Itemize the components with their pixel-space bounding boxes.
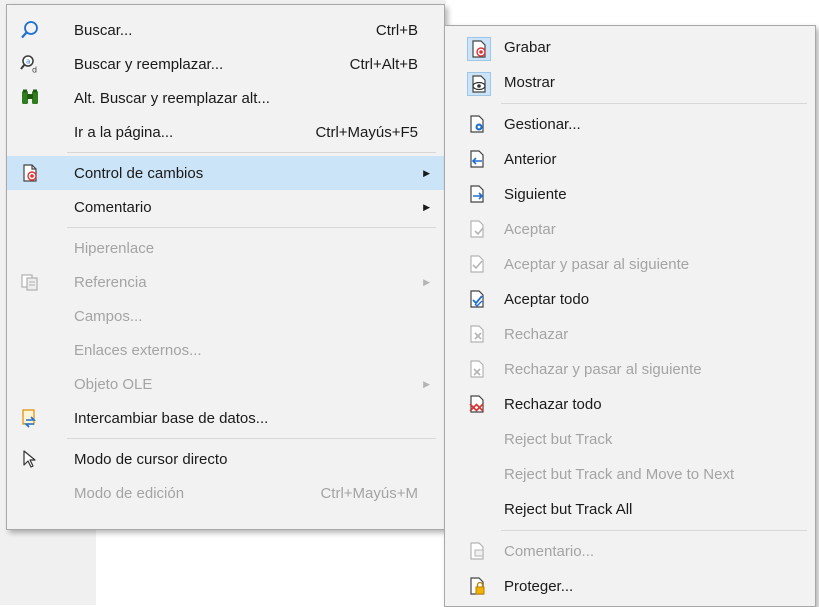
- menu-item-comentario[interactable]: Comentario ▶: [7, 190, 444, 224]
- menu-item-label: Buscar y reemplazar...: [74, 55, 224, 73]
- svg-text:d: d: [32, 66, 37, 75]
- shortcut-label: Ctrl+B: [375, 21, 418, 39]
- menu-item-referencia[interactable]: Referencia ▶: [7, 265, 444, 299]
- menu-item-campos[interactable]: Campos...: [7, 299, 444, 333]
- menu-item-label: Enlaces externos...: [74, 341, 202, 359]
- menu-item-label: Anterior: [504, 151, 557, 168]
- menu-item-label: Ir a la página...: [74, 123, 174, 141]
- lock-icon: [467, 576, 487, 596]
- menu-item-label: Grabar: [504, 39, 551, 56]
- submenu-item-comentario[interactable]: Comentario...: [445, 534, 815, 569]
- reject-and-next-icon: [467, 359, 487, 379]
- cursor-arrow-icon: [20, 449, 40, 469]
- shortcut-label: Ctrl+Mayús+F5: [315, 123, 418, 141]
- menu-item-label: Modo de edición: [74, 484, 185, 502]
- menu-item-label: Aceptar y pasar al siguiente: [504, 256, 690, 273]
- submenu-item-mostrar[interactable]: Mostrar: [445, 65, 815, 100]
- submenu-arrow-icon: ▶: [423, 276, 430, 287]
- menu-item-label: Buscar...: [74, 21, 133, 39]
- submenu-item-rechazar[interactable]: Rechazar: [445, 317, 815, 352]
- accept-and-next-icon: [467, 254, 487, 274]
- menu-item-label: Control de cambios: [74, 164, 204, 182]
- reject-change-icon: [467, 324, 487, 344]
- menu-separator: [67, 152, 436, 153]
- submenu-item-proteger[interactable]: Proteger...: [445, 569, 815, 604]
- edit-menu: Buscar... Ctrl+B ad Buscar y reemplazar.…: [6, 4, 445, 530]
- menu-item-label: Modo de cursor directo: [74, 450, 228, 468]
- menu-separator: [67, 227, 436, 228]
- accept-change-icon: [467, 219, 487, 239]
- menu-item-alt-buscar[interactable]: Alt. Buscar y reemplazar alt...: [7, 81, 444, 115]
- submenu-arrow-icon: ▶: [423, 378, 430, 389]
- submenu-item-siguiente[interactable]: Siguiente: [445, 177, 815, 212]
- menu-separator: [501, 530, 807, 531]
- manage-changes-icon: [467, 114, 487, 134]
- menu-item-label: Siguiente: [504, 186, 567, 203]
- menu-item-label: Intercambiar base de datos...: [74, 409, 269, 427]
- menu-item-enlaces-externos[interactable]: Enlaces externos...: [7, 333, 444, 367]
- comment-icon: [467, 541, 487, 561]
- previous-change-icon: [467, 149, 487, 169]
- menu-item-control-cambios[interactable]: Control de cambios ▶: [7, 156, 444, 190]
- menu-item-label: Reject but Track: [504, 431, 613, 448]
- submenu-item-reject-track[interactable]: Reject but Track: [445, 422, 815, 457]
- menu-item-label: Aceptar: [504, 221, 556, 238]
- shortcut-label: Ctrl+Mayús+M: [320, 484, 418, 502]
- menu-item-label: Gestionar...: [504, 116, 581, 133]
- menu-item-label: Objeto OLE: [74, 375, 153, 393]
- submenu-item-rechazar-pasar[interactable]: Rechazar y pasar al siguiente: [445, 352, 815, 387]
- menu-item-label: Hiperenlace: [74, 239, 155, 257]
- binoculars-icon: [20, 88, 40, 108]
- menu-separator: [67, 438, 436, 439]
- submenu-item-gestionar[interactable]: Gestionar...: [445, 107, 815, 142]
- menu-item-ir-pagina[interactable]: Ir a la página... Ctrl+Mayús+F5: [7, 115, 444, 149]
- submenu-item-aceptar-pasar[interactable]: Aceptar y pasar al siguiente: [445, 247, 815, 282]
- submenu-arrow-icon: ▶: [423, 201, 430, 212]
- menu-item-label: Rechazar y pasar al siguiente: [504, 361, 702, 378]
- menu-item-buscar-reemplazar[interactable]: ad Buscar y reemplazar... Ctrl+Alt+B: [7, 47, 444, 81]
- menu-item-label: Campos...: [74, 307, 143, 325]
- menu-item-objeto-ole[interactable]: Objeto OLE ▶: [7, 367, 444, 401]
- submenu-item-grabar[interactable]: Grabar: [445, 30, 815, 65]
- magnifier-icon: [20, 20, 40, 40]
- menu-item-intercambiar-bd[interactable]: Intercambiar base de datos...: [7, 401, 444, 435]
- menu-item-buscar[interactable]: Buscar... Ctrl+B: [7, 13, 444, 47]
- menu-item-label: Proteger...: [504, 578, 574, 595]
- submenu-item-anterior[interactable]: Anterior: [445, 142, 815, 177]
- track-changes-icon: [20, 163, 40, 183]
- menu-item-label: Referencia: [74, 273, 147, 291]
- exchange-database-icon: [20, 408, 40, 428]
- menu-separator: [501, 103, 807, 104]
- accept-all-icon: [467, 289, 487, 309]
- find-replace-icon: ad: [20, 54, 40, 75]
- menu-item-label: Comentario...: [504, 543, 595, 560]
- menu-item-modo-edicion[interactable]: Modo de edición Ctrl+Mayús+M: [7, 476, 444, 510]
- submenu-item-rechazar-todo[interactable]: Rechazar todo: [445, 387, 815, 422]
- submenu-item-reject-track-all[interactable]: Reject but Track All: [445, 492, 815, 527]
- menu-item-hiperenlace[interactable]: Hiperenlace: [7, 231, 444, 265]
- menu-item-modo-cursor[interactable]: Modo de cursor directo: [7, 442, 444, 476]
- menu-item-label: Rechazar todo: [504, 396, 602, 413]
- reject-all-icon: [467, 394, 487, 414]
- submenu-arrow-icon: ▶: [423, 167, 430, 178]
- track-changes-submenu: Grabar Mostrar Gestionar... Anterior Sig…: [444, 25, 816, 607]
- menu-item-label: Reject but Track and Move to Next: [504, 466, 735, 483]
- next-change-icon: [467, 184, 487, 204]
- menu-item-label: Reject but Track All: [504, 501, 633, 518]
- shortcut-label: Ctrl+Alt+B: [349, 55, 418, 73]
- submenu-item-aceptar-todo[interactable]: Aceptar todo: [445, 282, 815, 317]
- record-changes-icon: [467, 37, 491, 61]
- menu-item-label: Comentario: [74, 198, 152, 216]
- menu-item-label: Mostrar: [504, 74, 555, 91]
- menu-item-label: Rechazar: [504, 326, 569, 343]
- svg-text:a: a: [26, 58, 30, 66]
- reference-icon: [20, 272, 40, 292]
- show-changes-icon: [467, 72, 491, 96]
- menu-item-label: Alt. Buscar y reemplazar alt...: [74, 89, 270, 107]
- submenu-item-reject-track-next[interactable]: Reject but Track and Move to Next: [445, 457, 815, 492]
- menu-item-label: Aceptar todo: [504, 291, 590, 308]
- submenu-item-aceptar[interactable]: Aceptar: [445, 212, 815, 247]
